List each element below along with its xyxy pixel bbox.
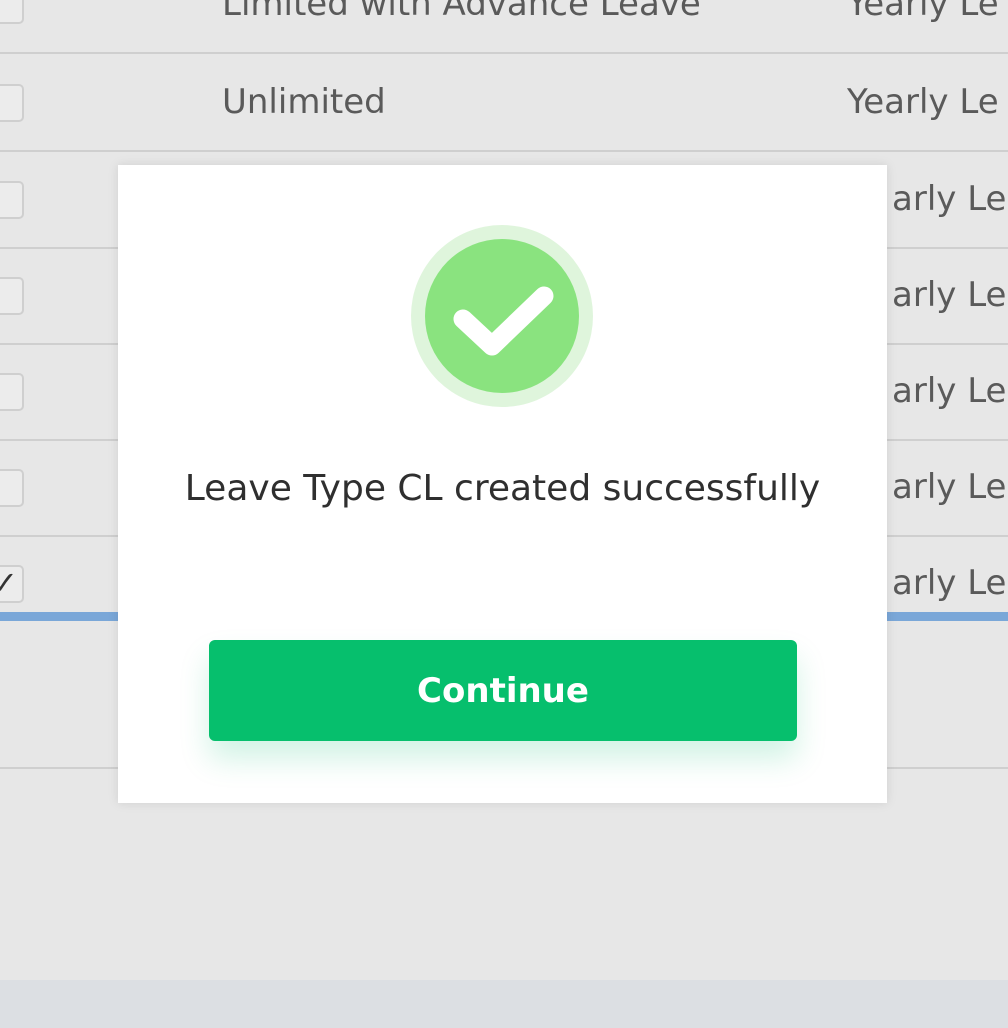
row-checkbox[interactable] xyxy=(0,181,24,219)
table-row[interactable]: Unlimited Yearly Le xyxy=(0,54,1008,152)
row-checkbox[interactable] xyxy=(0,84,24,122)
table-row[interactable]: Limited with Advance Leave Yearly Le xyxy=(0,0,1008,54)
check-circle-icon xyxy=(411,225,593,407)
leave-period: Yearly Le xyxy=(847,0,999,24)
leave-type-name: Unlimited xyxy=(222,82,386,122)
success-message: Leave Type CL created successfully xyxy=(184,468,821,509)
leave-type-name: Limited with Advance Leave xyxy=(222,0,701,24)
leave-period: Yearly Le xyxy=(847,82,999,122)
leave-period: arly Le xyxy=(892,371,1007,411)
row-checkbox[interactable] xyxy=(0,0,24,24)
continue-button[interactable]: Continue xyxy=(209,640,797,741)
leave-period: arly Le xyxy=(892,467,1007,507)
leave-period: arly Le xyxy=(892,179,1007,219)
checkmark-icon xyxy=(453,286,554,356)
row-checkbox[interactable] xyxy=(0,469,24,507)
leave-period: arly Le xyxy=(892,275,1007,315)
leave-period: arly Le xyxy=(892,563,1007,603)
checkmark-icon: ✓ xyxy=(0,564,18,602)
row-checkbox-checked[interactable]: ✓ xyxy=(0,565,24,603)
footer-bar xyxy=(0,980,1008,1028)
row-checkbox[interactable] xyxy=(0,277,24,315)
row-checkbox[interactable] xyxy=(0,373,24,411)
